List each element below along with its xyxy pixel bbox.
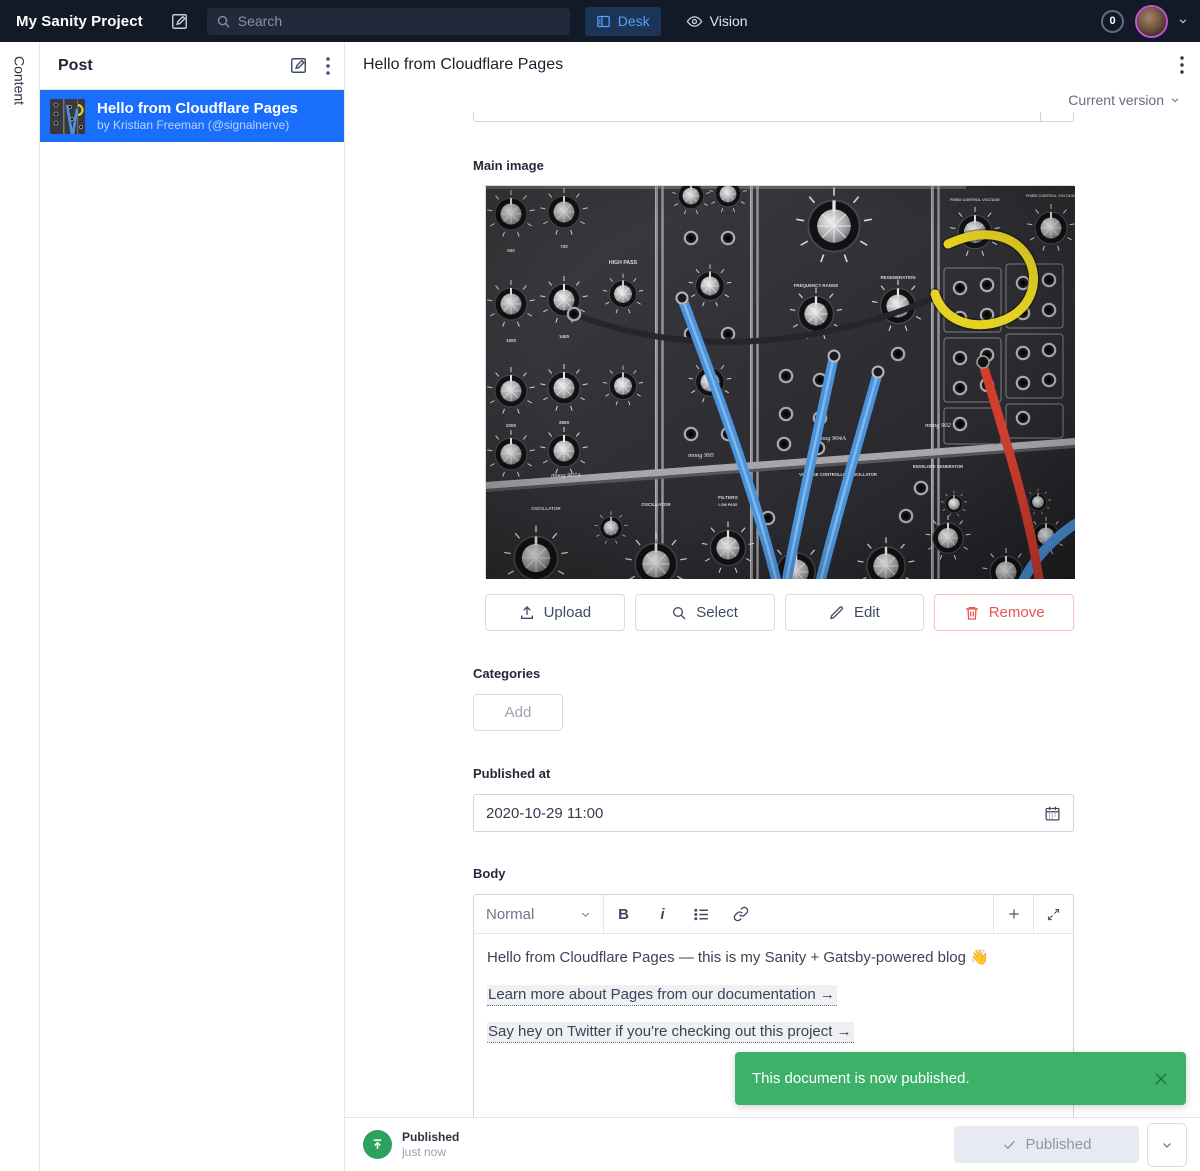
publish-menu-button[interactable] (1147, 1123, 1187, 1167)
pane-menu-dots-icon[interactable] (326, 57, 330, 75)
published-at-value: 2020-10-29 11:00 (486, 805, 603, 822)
body-label: Body (473, 866, 1074, 881)
pane-title: Post (58, 57, 93, 75)
document-footer: Published just now Published (345, 1117, 1200, 1171)
document-title: Hello from Cloudflare Pages (363, 56, 563, 74)
content-rail[interactable]: Content (0, 42, 40, 1171)
search-icon (671, 605, 687, 621)
upload-icon (519, 605, 535, 621)
slug-field-clipped[interactable] (473, 112, 1074, 122)
tab-vision[interactable]: Vision (675, 7, 759, 36)
link-button[interactable] (721, 895, 760, 933)
upload-button[interactable]: Upload (485, 594, 625, 631)
user-menu-chevron-icon[interactable] (1178, 16, 1188, 26)
synth-photo: 500 700 1000 1400 2000 2600 HIGH PASS (486, 186, 1075, 579)
check-icon (1002, 1137, 1017, 1152)
body-paragraph: Hello from Cloudflare Pages — this is my… (487, 948, 1060, 968)
search-icon (216, 14, 231, 29)
compose-icon (170, 12, 189, 31)
publish-button[interactable]: Published (954, 1126, 1139, 1163)
document-form: Main image (345, 112, 1200, 1117)
edit-button[interactable]: Edit (785, 594, 925, 631)
document-editor-pane: Hello from Cloudflare Pages Current vers… (345, 42, 1200, 1171)
body-link-twitter[interactable]: Say hey on Twitter if you're checking ou… (487, 1022, 854, 1043)
select-button[interactable]: Select (635, 594, 775, 631)
sanity-studio: My Sanity Project Search Desk Vision 0 (0, 0, 1200, 1171)
publish-toast: This document is now published. (735, 1052, 1186, 1105)
chevron-down-icon (580, 909, 591, 920)
document-menu-dots-icon[interactable] (1180, 56, 1184, 74)
compose-icon[interactable] (289, 56, 308, 75)
tab-desk[interactable]: Desk (585, 7, 661, 36)
style-select[interactable]: Normal (474, 895, 603, 933)
add-category-button[interactable]: Add (473, 694, 563, 731)
main-image-label: Main image (473, 158, 1074, 173)
remove-button[interactable]: Remove (934, 594, 1074, 631)
calendar-icon[interactable] (1044, 805, 1061, 822)
project-title: My Sanity Project (16, 13, 143, 30)
published-at-label: Published at (473, 766, 1074, 781)
new-document-button[interactable] (170, 12, 189, 31)
workspace: Content Post Hello (0, 42, 1200, 1171)
document-header: Hello from Cloudflare Pages Current vers… (345, 42, 1200, 112)
list-item-title: Hello from Cloudflare Pages (97, 100, 298, 118)
chevron-down-icon (1161, 1139, 1173, 1151)
search-placeholder: Search (238, 13, 282, 29)
list-pane-header: Post (40, 42, 344, 90)
status-label: Published (402, 1130, 459, 1145)
main-image-preview[interactable]: 500 700 1000 1400 2000 2600 HIGH PASS (485, 185, 1074, 578)
link-icon (733, 906, 749, 922)
list-item-thumbnail (50, 99, 85, 134)
eye-icon (686, 13, 703, 30)
top-bar: My Sanity Project Search Desk Vision 0 (0, 0, 1200, 42)
published-icon (363, 1130, 392, 1159)
bold-button[interactable]: B (604, 895, 643, 933)
chevron-down-icon (1170, 95, 1180, 105)
content-rail-label: Content (12, 56, 28, 1171)
toast-message: This document is now published. (752, 1070, 970, 1087)
body-link-documentation[interactable]: Learn more about Pages from our document… (487, 985, 837, 1006)
trash-icon (964, 605, 980, 621)
desk-icon (596, 14, 611, 29)
list-icon (693, 906, 710, 923)
list-item-subtitle: by Kristian Freeman (@signalnerve) (97, 118, 298, 133)
published-at-input[interactable]: 2020-10-29 11:00 (473, 794, 1074, 832)
status-time: just now (402, 1145, 459, 1159)
italic-button[interactable]: i (643, 895, 682, 933)
notifications-badge[interactable]: 0 (1101, 10, 1124, 33)
user-avatar[interactable] (1137, 7, 1166, 36)
bullet-list-button[interactable] (682, 895, 721, 933)
expand-editor-button[interactable] (1034, 895, 1073, 933)
body-toolbar: Normal B i (474, 895, 1073, 934)
publish-status: Published just now (363, 1130, 459, 1159)
document-list-pane: Post Hello from Cloudflare Pages by Kris (40, 42, 345, 1171)
search-input[interactable]: Search (207, 8, 570, 35)
expand-icon (1046, 907, 1061, 922)
image-actions: Upload Select Edit (485, 594, 1074, 631)
list-item-hello-from-cloudflare-pages[interactable]: Hello from Cloudflare Pages by Kristian … (40, 90, 344, 142)
close-icon[interactable] (1152, 1070, 1170, 1088)
pencil-icon (829, 605, 845, 621)
categories-label: Categories (473, 666, 1074, 681)
version-selector[interactable]: Current version (345, 88, 1200, 112)
slug-generate-button-clipped[interactable] (1040, 112, 1073, 121)
insert-block-button[interactable] (994, 895, 1033, 933)
plus-icon (1006, 906, 1022, 922)
